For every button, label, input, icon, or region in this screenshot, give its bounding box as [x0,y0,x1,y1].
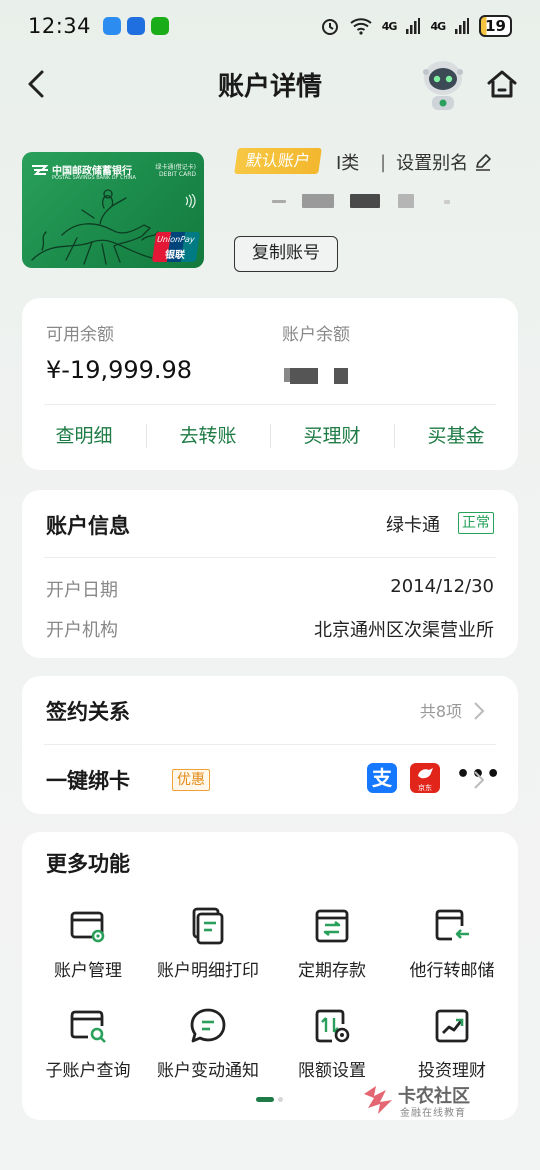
balance-panel: 可用余额 ¥-19,999.98 账户余额 查明细 去转账 买理财 买基金 [22,298,518,470]
unionpay-logo-cn: 银联 [164,250,186,261]
more-functions-panel: 更多功能 账户管理 账户明细打印 定期存款 他行转邮储 子账户查询 账户变动通知 [22,832,518,1120]
quick-actions: 查明细 去转账 买理财 买基金 [22,408,518,464]
signal-2-icon: 4G [430,19,446,33]
account-balance-label: 账户余额 [282,325,350,345]
function-label: 账户明细打印 [157,961,259,981]
buy-wealth-button[interactable]: 买理财 [270,408,394,464]
one-click-bind-title: 一键绑卡 [46,769,130,793]
home-icon[interactable] [484,66,520,102]
jd-dog-icon [418,768,433,779]
account-info-panel: 账户信息 绿卡通 正常 开户日期 2014/12/30 开户机构 北京通州区次渠… [22,490,518,658]
jd-icon: 京东 [410,763,440,793]
function-label: 他行转邮储 [409,961,495,981]
page-indicator [256,1097,283,1102]
account-manage-icon [70,911,105,943]
bank-card-image: 中国邮政储蓄银行 POSTAL SAVINGS BANK OF CHINA 绿卡… [22,152,204,268]
view-details-button[interactable]: 查明细 [22,408,146,464]
account-class-label: I类 [336,149,359,175]
account-class-text: I类 [336,153,360,174]
masked-account-number [272,186,472,216]
function-label: 限额设置 [298,1061,366,1081]
print-detail-icon [192,907,224,945]
function-label: 投资理财 [418,1061,486,1081]
investment-button[interactable]: 投资理财 [390,1006,514,1081]
available-balance-value: ¥-19,999.98 [46,356,193,384]
buy-fund-button[interactable]: 买基金 [394,408,518,464]
watermark: 卡农社区 金融在线教育 [360,1080,490,1120]
sign-relations-panel: 签约关系 共8项 一键绑卡 优惠 支 京东 ••• [22,676,518,814]
message-app-icon [103,17,122,35]
sub-account-search-button[interactable]: 子账户查询 [26,1006,150,1081]
set-alias-button[interactable]: | 设置别名 [380,149,492,175]
copy-account-button[interactable]: 复制账号 [234,236,338,272]
assistant-robot-icon[interactable] [418,58,468,112]
function-label: 账户管理 [54,961,122,981]
account-manage-button[interactable]: 账户管理 [26,906,150,981]
status-bar: 12:34 4G 4G 19 [0,0,540,52]
limit-settings-button[interactable]: 限额设置 [270,1006,394,1081]
set-alias-label: 设置别名 [396,153,469,174]
signal-1-icon: 4G [381,19,398,33]
jd-label: 京东 [418,784,432,792]
horse-rider-illustration [31,189,159,265]
open-branch-label: 开户机构 [46,620,118,641]
unionpay-logo-en: UnionPay [156,235,196,244]
signal-bars-2-icon [455,18,470,34]
function-label: 账户变动通知 [157,1061,259,1081]
wifi-icon [350,18,372,35]
watermark-logo-icon [364,1086,392,1114]
fixed-deposit-button[interactable]: 定期存款 [270,906,394,981]
card-type-label: 绿卡通(借记卡) DEBIT CARD [155,164,196,178]
transfer-in-button[interactable]: 他行转邮储 [390,906,514,981]
sign-relations-count: 共8项 [419,702,462,721]
change-notice-button[interactable]: 账户变动通知 [146,1006,270,1081]
print-detail-button[interactable]: 账户明细打印 [146,906,270,981]
transfer-button[interactable]: 去转账 [146,408,270,464]
nav-bar: 账户详情 [0,56,540,112]
default-account-badge: 默认账户 [234,148,322,174]
bulb-app-icon [127,17,146,35]
fixed-deposit-icon [315,909,349,943]
transfer-in-icon [435,909,469,941]
page-dot-active [256,1097,274,1102]
more-functions-title: 更多功能 [46,852,130,876]
battery-indicator: 19 [479,15,512,37]
account-info-title: 账户信息 [46,514,130,538]
unionpay-logo: UnionPay 银联 [151,232,201,262]
one-click-bind-row[interactable]: 一键绑卡 [22,745,518,814]
contactless-icon [185,194,196,208]
limit-settings-icon [315,1009,350,1043]
sub-account-search-icon [70,1010,106,1043]
available-balance-label: 可用余额 [46,325,114,345]
postal-logo-icon [32,165,49,175]
page-dot [278,1097,283,1102]
open-date-label: 开户日期 [46,580,118,601]
status-badge: 正常 [458,512,494,534]
investment-icon [435,1009,469,1043]
divider [44,557,496,558]
function-label: 定期存款 [298,961,366,981]
open-branch-value: 北京通州区次渠营业所 [314,620,494,641]
promo-badge: 优惠 [172,769,210,791]
sign-relations-title: 签约关系 [46,700,130,724]
divider [44,404,496,405]
function-label: 子账户查询 [45,1061,131,1081]
change-notice-icon [190,1008,226,1043]
wechat-icon [151,17,170,35]
watermark-subtitle: 金融在线教育 [400,1108,466,1119]
chevron-right-icon [474,771,485,789]
signal-bars-1-icon [406,18,421,34]
edit-pencil-icon [476,154,491,171]
account-type-value: 绿卡通 [386,515,440,536]
chevron-right-icon [474,702,485,720]
status-time: 12:34 [28,14,92,38]
sign-relations-row[interactable]: 签约关系 共8项 [22,676,518,744]
alipay-icon: 支 [367,763,397,793]
open-date-value: 2014/12/30 [390,576,494,597]
alarm-icon [321,19,338,35]
